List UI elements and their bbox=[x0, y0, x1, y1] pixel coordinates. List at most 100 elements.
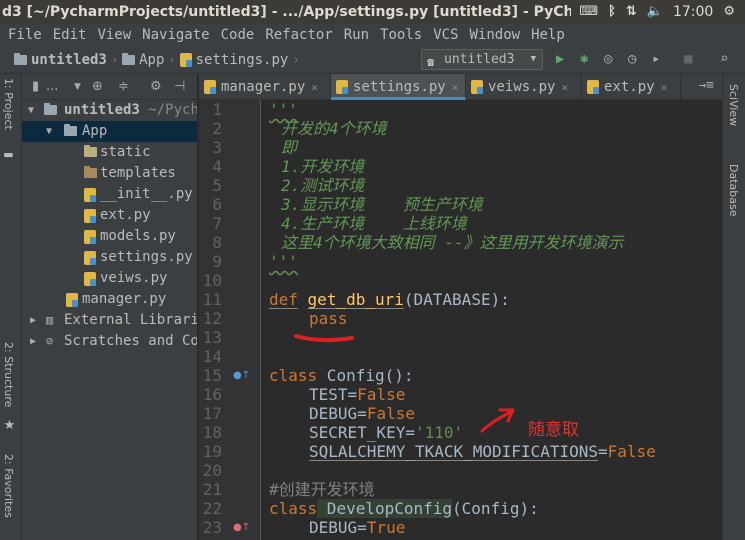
tab-veiws[interactable]: veiws.py ✕ bbox=[466, 74, 582, 100]
bluetooth-icon[interactable]: ᛒ bbox=[608, 0, 616, 24]
breadcrumb-project[interactable]: untitled3 bbox=[31, 52, 107, 68]
keyboard-icon[interactable]: ⌨ bbox=[579, 0, 598, 24]
debug-icon[interactable]: ✱ bbox=[580, 52, 588, 66]
menu-bar: File Edit View Navigate Code Refactor Ru… bbox=[0, 24, 745, 46]
tree-item-veiws[interactable]: veiws.py bbox=[22, 268, 197, 289]
close-icon[interactable]: ✕ bbox=[452, 81, 459, 94]
line-number: 15 bbox=[202, 366, 222, 385]
menu-tools[interactable]: Tools bbox=[380, 27, 422, 43]
chevron-down-icon[interactable]: ▼ bbox=[28, 100, 34, 121]
menu-navigate[interactable]: Navigate bbox=[142, 27, 209, 43]
run-icon[interactable]: ▶ bbox=[556, 52, 564, 66]
structure-tool-tab[interactable]: 2: Structure bbox=[2, 342, 15, 407]
line-number-gutter: 1 2 3 4 5 6 7 8 9 10 11 12 13 14 15 16 1… bbox=[199, 100, 261, 540]
folder-icon bbox=[84, 145, 97, 157]
tab-label: ext.py bbox=[604, 79, 655, 95]
menu-edit[interactable]: Edit bbox=[53, 27, 87, 43]
tab-overflow-icon[interactable]: →≡ bbox=[698, 78, 714, 93]
project-tool-tab[interactable]: 1: Project bbox=[2, 78, 15, 130]
close-icon[interactable]: ✕ bbox=[561, 81, 568, 94]
line-number: 10 bbox=[202, 271, 222, 290]
concurrency-icon[interactable]: ▸ bbox=[652, 52, 660, 66]
tree-item-label: __init__.py bbox=[100, 186, 193, 202]
chevron-down-icon[interactable]: ▼ bbox=[46, 121, 52, 142]
tree-item-manager[interactable]: manager.py bbox=[22, 289, 197, 310]
tree-item-settings[interactable]: settings.py bbox=[22, 247, 197, 268]
gear-icon[interactable]: ⚙ bbox=[150, 79, 162, 94]
window-title: d3 [~/PycharmProjects/untitled3] - .../A… bbox=[2, 4, 605, 20]
profile-icon[interactable]: ◷ bbox=[628, 52, 636, 66]
tree-item-scratches[interactable]: ▶ ⊘ Scratches and Cor bbox=[22, 331, 198, 352]
breadcrumb-folder[interactable]: App bbox=[139, 52, 164, 68]
chevron-right-icon[interactable]: ▶ bbox=[30, 331, 36, 352]
chevron-right-icon[interactable]: ▶ bbox=[30, 310, 36, 331]
line-number: 16 bbox=[202, 385, 222, 404]
database-tool-tab[interactable]: Database bbox=[727, 164, 740, 217]
stop-icon[interactable]: ■ bbox=[684, 52, 692, 66]
navigation-bar: untitled3 › App › settings.py › ☎ untitl… bbox=[0, 46, 745, 74]
menu-view[interactable]: View bbox=[97, 27, 131, 43]
code-line-15: class Config(): bbox=[269, 366, 414, 385]
code-line-3: 即 bbox=[281, 138, 298, 157]
network-icon[interactable]: ⇅ bbox=[626, 0, 637, 24]
search-icon[interactable]: ⌕ bbox=[720, 52, 728, 66]
tree-item-label: Scratches and Cor bbox=[64, 333, 198, 349]
settings-gear-icon[interactable]: ⚙ bbox=[723, 0, 735, 24]
left-tool-strip: 1: Project ▬ 2: Structure ★ 2: Favorites bbox=[0, 74, 22, 540]
tab-manager[interactable]: manager.py ✕ bbox=[199, 74, 331, 100]
tree-item-templates[interactable]: templates bbox=[22, 163, 197, 184]
python-file-icon bbox=[84, 230, 96, 244]
line-number: 21 bbox=[202, 480, 222, 499]
tree-item-app[interactable]: ▼ App bbox=[22, 121, 197, 142]
breadcrumb-file[interactable]: settings.py bbox=[196, 52, 289, 68]
line-number: 14 bbox=[202, 347, 222, 366]
menu-run[interactable]: Run bbox=[344, 27, 369, 43]
tree-item-label: manager.py bbox=[82, 291, 167, 307]
favorites-star-icon[interactable]: ★ bbox=[2, 418, 17, 433]
keyword-pass: pass bbox=[309, 309, 348, 328]
tree-item-init[interactable]: __init__.py bbox=[22, 184, 197, 205]
python-file-icon bbox=[84, 272, 96, 286]
close-icon[interactable]: ✕ bbox=[311, 81, 318, 94]
tab-settings[interactable]: settings.py ✕ bbox=[331, 74, 466, 100]
hide-icon[interactable]: ⊣ bbox=[174, 79, 185, 94]
tree-item-label: ext.py bbox=[100, 207, 151, 223]
folder-icon[interactable]: ▬ bbox=[2, 148, 15, 161]
project-view-select[interactable]: ... bbox=[46, 79, 58, 94]
collapse-icon[interactable]: ≑ bbox=[118, 79, 129, 94]
menu-window[interactable]: Window bbox=[470, 27, 521, 43]
menu-refactor[interactable]: Refactor bbox=[265, 27, 332, 43]
close-icon[interactable]: ✕ bbox=[661, 81, 668, 94]
code-line-22: class DevelopConfig(Config): bbox=[269, 499, 539, 518]
python-file-icon bbox=[84, 188, 96, 202]
chevron-down-icon[interactable]: ▼ bbox=[74, 82, 81, 92]
python-icon: ☎ bbox=[427, 55, 435, 69]
clock: 17:00 bbox=[672, 4, 714, 20]
override-marker-icon[interactable]: ●↑ bbox=[233, 522, 250, 533]
sciview-tool-tab[interactable]: SciView bbox=[727, 84, 740, 126]
tree-item-static[interactable]: static bbox=[22, 142, 197, 163]
code-line-2: 开发的4个环境 bbox=[281, 119, 387, 138]
menu-code[interactable]: Code bbox=[221, 27, 255, 43]
run-configuration-select[interactable]: ☎ untitled3 ▼ bbox=[421, 49, 543, 70]
code-line-23: DEBUG=True bbox=[309, 518, 406, 537]
tree-item-ext[interactable]: ext.py bbox=[22, 205, 197, 226]
menu-file[interactable]: File bbox=[8, 27, 42, 43]
code-text[interactable]: ''' 开发的4个环境 即 1.开发环境 2.测试环境 3.显示环境 预生产环境… bbox=[269, 100, 656, 537]
tree-item-models[interactable]: models.py bbox=[22, 226, 197, 247]
menu-help[interactable]: Help bbox=[531, 27, 565, 43]
coverage-icon[interactable]: ◎ bbox=[604, 52, 612, 66]
code-editor[interactable]: 1 2 3 4 5 6 7 8 9 10 11 12 13 14 15 16 1… bbox=[199, 100, 722, 540]
locate-icon[interactable]: ⊕ bbox=[92, 79, 103, 94]
tab-ext[interactable]: ext.py ✕ bbox=[582, 74, 681, 100]
menu-vcs[interactable]: VCS bbox=[433, 27, 458, 43]
tree-item-external-libraries[interactable]: ▶ ▥ External Libraries bbox=[22, 310, 197, 331]
code-line-6: 3.显示环境 预生产环境 bbox=[281, 195, 483, 214]
code-line-9: ''' bbox=[269, 252, 298, 271]
favorites-tool-tab[interactable]: 2: Favorites bbox=[2, 454, 15, 518]
override-marker-icon[interactable]: ●↑ bbox=[233, 370, 250, 381]
attr-name: DEBUG bbox=[309, 404, 358, 423]
tree-item-label: settings.py bbox=[100, 249, 193, 265]
tree-item-root[interactable]: ▼ untitled3 ~/Pych bbox=[22, 100, 197, 121]
volume-icon[interactable]: 🔈 bbox=[647, 0, 663, 24]
